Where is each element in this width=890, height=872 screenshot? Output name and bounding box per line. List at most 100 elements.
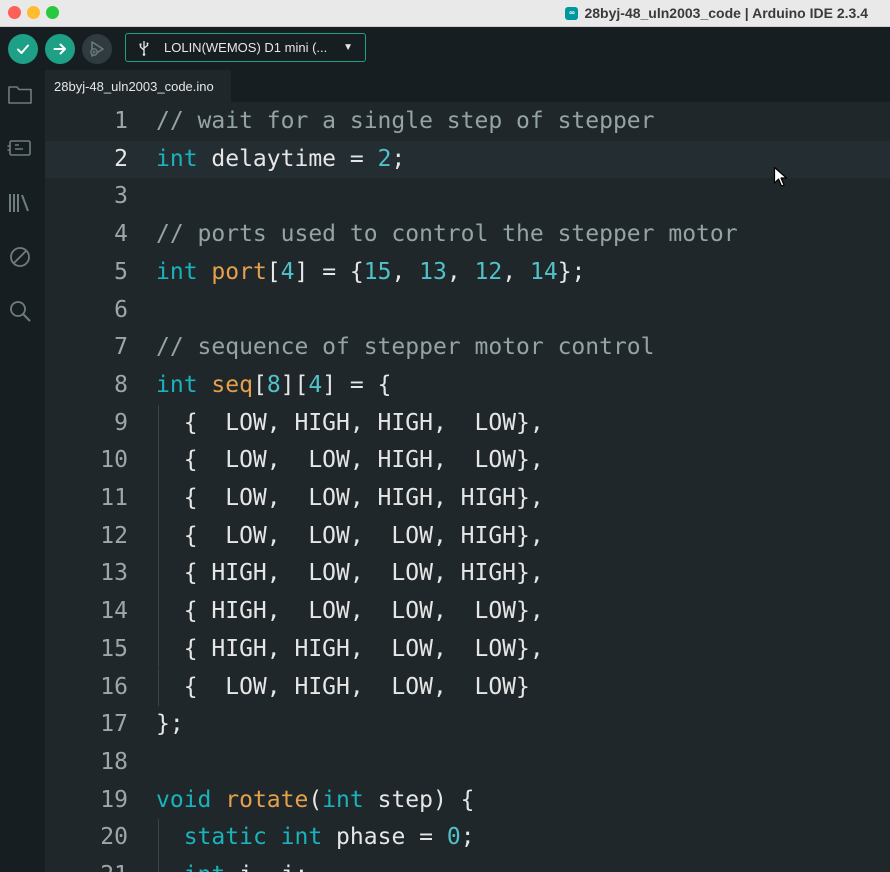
code-token: ;	[391, 145, 406, 172]
code-line[interactable]: 6	[45, 292, 890, 330]
window-maximize-button[interactable]	[46, 6, 59, 19]
code-text: // wait for a single step of stepper	[156, 103, 655, 141]
board-manager-icon[interactable]	[7, 135, 33, 161]
line-number: 18	[100, 748, 128, 775]
code-line[interactable]: 14 { HIGH, LOW, LOW, LOW},	[45, 593, 890, 631]
code-line[interactable]: 15 { HIGH, HIGH, LOW, LOW},	[45, 630, 890, 669]
folder-icon[interactable]	[7, 81, 33, 107]
indent-guide	[158, 404, 159, 443]
indent-guide	[158, 593, 159, 631]
indent-guide	[158, 555, 159, 594]
upload-button[interactable]	[45, 34, 75, 64]
code-token: int	[156, 371, 198, 398]
code-token: ,	[391, 258, 420, 285]
search-icon[interactable]	[7, 298, 33, 324]
line-number: 20	[100, 824, 128, 851]
line-number: 19	[100, 786, 128, 813]
line-number: 17	[100, 711, 128, 738]
code-token: { LOW, LOW, HIGH, LOW},	[156, 447, 544, 474]
toolbar: LOLIN(WEMOS) D1 mini (... ▼	[0, 27, 890, 70]
window-minimize-button[interactable]	[27, 6, 40, 19]
code-token: { LOW, LOW, LOW, HIGH},	[156, 522, 544, 549]
code-line[interactable]: 10 { LOW, LOW, HIGH, LOW},	[45, 442, 890, 480]
code-line[interactable]: 21 int i, j;	[45, 857, 890, 872]
code-token: int	[156, 145, 198, 172]
code-line[interactable]: 9 { LOW, HIGH, HIGH, LOW},	[45, 404, 890, 443]
code-token: 8	[266, 371, 281, 398]
code-token: 4	[308, 371, 323, 398]
code-token: { LOW, HIGH, HIGH, LOW},	[156, 409, 544, 436]
code-text: int port[4] = {15, 13, 12, 14};	[156, 254, 585, 292]
indent-guide	[158, 668, 159, 707]
code-token: rotate	[225, 786, 309, 813]
code-editor[interactable]: 1// wait for a single step of stepper 2 in…	[45, 102, 890, 872]
code-line[interactable]: 18	[45, 744, 890, 782]
code-token: { HIGH, LOW, LOW, HIGH},	[156, 560, 544, 587]
code-token: ] = {	[294, 258, 364, 285]
code-token: step) {	[363, 786, 475, 813]
library-icon[interactable]	[7, 190, 33, 216]
code-token: };	[156, 711, 184, 738]
code-line[interactable]: 5 int port[4] = {15, 13, 12, 14};	[45, 254, 890, 292]
code-line[interactable]: 1 // wait for a single step of stepper	[45, 103, 890, 141]
title-bar: ∞ 28byj-48_uln2003_code | Arduino IDE 2.…	[0, 0, 890, 27]
code-text: { LOW, LOW, LOW, HIGH},	[156, 518, 544, 556]
code-token: 12	[474, 258, 503, 285]
line-number: 15	[100, 635, 128, 662]
indent-guide	[158, 630, 159, 669]
code-token: static	[183, 824, 267, 851]
code-line[interactable]: 20 static int phase = 0;	[45, 819, 890, 857]
code-token: ;	[460, 824, 475, 851]
window-title-group: ∞ 28byj-48_uln2003_code | Arduino IDE 2.…	[565, 4, 868, 22]
line-number: 5	[114, 258, 128, 285]
code-line[interactable]: 17};	[45, 706, 890, 744]
code-line[interactable]: 12 { LOW, LOW, LOW, HIGH},	[45, 517, 890, 556]
code-token: // wait for a single step of stepper	[156, 108, 655, 134]
debug-button[interactable]	[82, 34, 112, 64]
code-line[interactable]: 3	[45, 178, 890, 216]
code-line[interactable]: 16 { LOW, HIGH, LOW, LOW}	[45, 668, 890, 707]
code-token: port	[211, 258, 267, 285]
code-token: { LOW, LOW, HIGH, HIGH},	[156, 485, 544, 511]
code-token: { HIGH, LOW, LOW, LOW},	[156, 598, 544, 625]
editor-tab-bar: 28byj-48_uln2003_code.ino	[40, 70, 890, 102]
board-selector-label: LOLIN(WEMOS) D1 mini (...	[164, 40, 328, 55]
mouse-pointer-icon	[773, 166, 788, 187]
code-token: ,	[502, 258, 530, 285]
board-selector-dropdown[interactable]: LOLIN(WEMOS) D1 mini (... ▼	[125, 33, 366, 62]
debug-icon	[90, 41, 104, 57]
code-token: // sequence of stepper motor control	[156, 334, 655, 361]
code-token: 2	[377, 145, 392, 172]
verify-button[interactable]	[8, 34, 38, 64]
code-token: delaytime =	[197, 145, 378, 172]
code-text: { HIGH, LOW, LOW, HIGH},	[156, 555, 544, 593]
tab-sketch-file[interactable]: 28byj-48_uln2003_code.ino	[45, 70, 231, 102]
code-line[interactable]: 4 // ports used to control the stepper mo…	[45, 216, 890, 254]
window-close-button[interactable]	[8, 6, 21, 19]
code-token: int	[280, 824, 323, 851]
code-line[interactable]: 8 int seq[8][4] = {	[45, 367, 890, 405]
indent-guide	[158, 442, 159, 480]
line-number: 6	[114, 296, 128, 323]
line-number: 10	[100, 447, 128, 474]
code-token: seq	[211, 371, 253, 398]
code-line[interactable]: 2 int delaytime = 2;	[45, 140, 890, 179]
line-number: 13	[100, 560, 128, 587]
usb-icon	[138, 40, 154, 56]
line-number: 21	[48, 857, 128, 872]
code-line[interactable]: 7 // sequence of stepper motor control	[45, 329, 890, 367]
line-number: 16	[100, 673, 128, 700]
indent-guide	[158, 480, 159, 518]
code-text: { HIGH, HIGH, LOW, LOW},	[156, 631, 544, 669]
code-token: phase =	[322, 824, 447, 851]
code-line[interactable]: 11 { LOW, LOW, HIGH, HIGH},	[45, 480, 890, 518]
code-line[interactable]: 19 void rotate(int step) {	[45, 782, 890, 820]
code-token: [	[266, 258, 281, 285]
code-line[interactable]: 13 { HIGH, LOW, LOW, HIGH},	[45, 555, 890, 594]
code-token: int	[322, 786, 364, 813]
debug-disabled-icon[interactable]	[7, 244, 33, 270]
